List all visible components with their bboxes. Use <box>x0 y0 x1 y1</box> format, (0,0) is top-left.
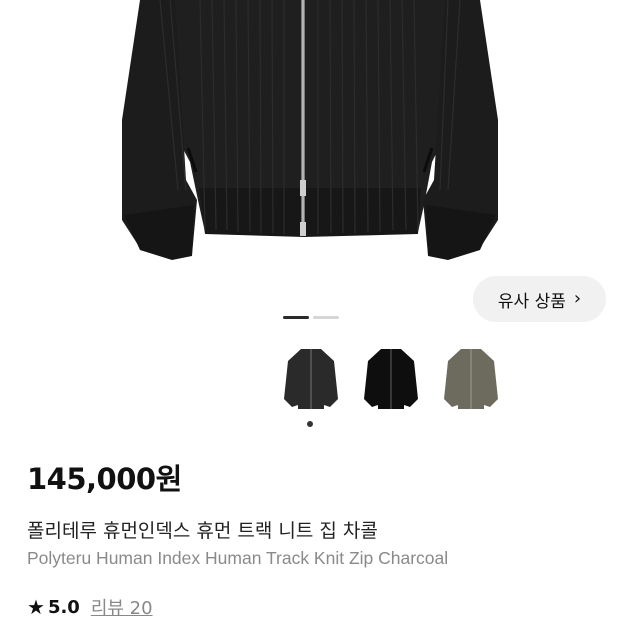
similar-products-button[interactable]: 유사 상품 › <box>473 276 606 322</box>
product-title-en: Polyteru Human Index Human Track Knit Zi… <box>27 548 449 568</box>
reviews-link[interactable]: 리뷰 20 <box>91 594 153 620</box>
color-swatch-jacket-image <box>284 349 338 409</box>
image-pager <box>283 316 339 319</box>
rating-score: 5.0 <box>47 596 80 618</box>
pager-segment[interactable] <box>313 316 339 319</box>
pager-segment-active[interactable] <box>283 316 309 319</box>
product-title-ko: 폴리테루 휴먼인덱스 휴먼 트랙 니트 집 차콜 <box>27 520 378 542</box>
color-option-3[interactable] <box>440 343 502 415</box>
selected-color-indicator <box>307 421 313 427</box>
product-price: 145,000원 <box>27 462 182 496</box>
product-main-image[interactable] <box>0 0 620 270</box>
star-icon: ★ <box>27 595 45 619</box>
color-option-2[interactable] <box>360 343 422 415</box>
color-swatch-jacket-image <box>364 349 418 409</box>
knit-jacket-image <box>122 0 498 260</box>
color-swatch-jacket-image <box>444 349 498 409</box>
similar-products-label: 유사 상품 <box>497 291 566 312</box>
rating-summary: ★ 5.0 리뷰 20 <box>27 594 153 620</box>
color-option-1[interactable] <box>280 343 342 415</box>
chevron-right-icon: › <box>573 288 582 309</box>
